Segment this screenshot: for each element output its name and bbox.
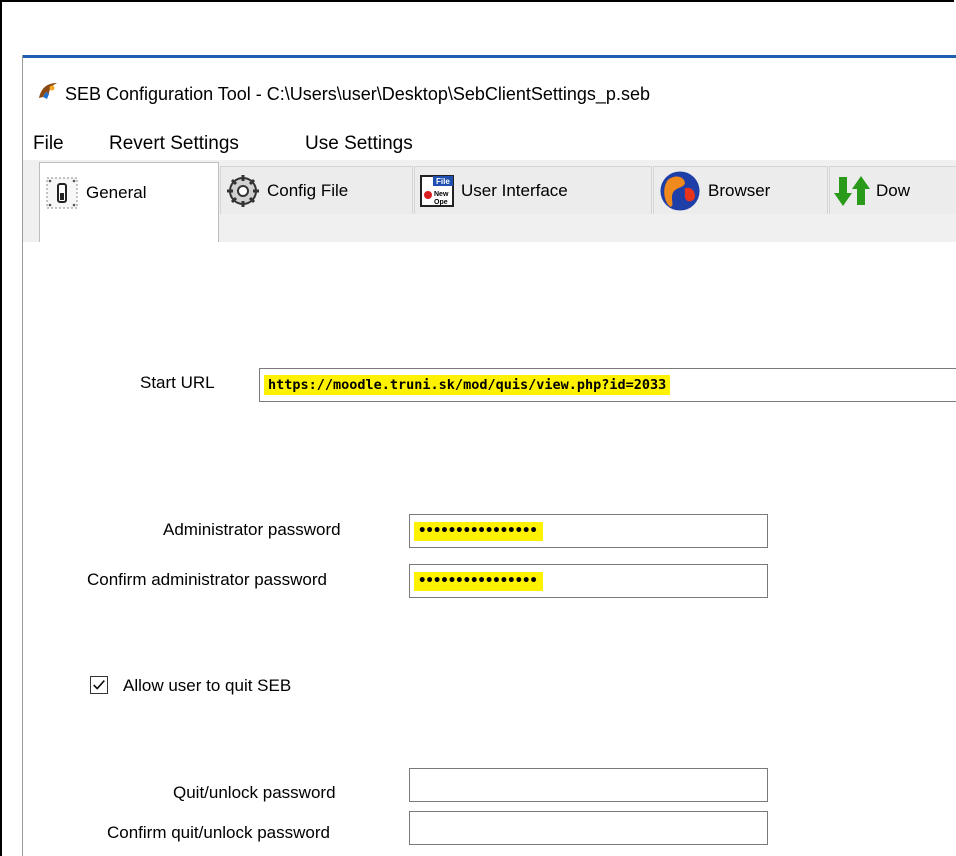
svg-text:File: File [436,177,450,186]
start-url-field[interactable]: https://moodle.truni.sk/mod/quis/view.ph… [259,368,956,402]
up-down-arrows-icon [834,175,870,206]
general-settings-panel: Start URL https://moodle.truni.sk/mod/qu… [23,242,956,856]
menu-bar: File Revert Settings Use Settings [23,122,956,160]
allow-quit-label[interactable]: Allow user to quit SEB [123,676,291,696]
tab-general[interactable]: General [39,162,219,242]
tab-config-file[interactable]: Config File [220,166,413,214]
menu-file[interactable]: File [33,133,64,155]
switch-icon [46,177,78,209]
start-url-value: https://moodle.truni.sk/mod/quis/view.ph… [264,375,671,395]
menu-revert-settings[interactable]: Revert Settings [109,133,239,155]
start-url-label: Start URL [140,373,215,392]
window-title: SEB Configuration Tool - C:\Users\user\D… [65,84,650,104]
quit-password-label: Quit/unlock password [173,783,336,802]
checkmark-icon [93,680,105,690]
browser-globe-icon [660,170,700,211]
confirm-admin-password-field[interactable]: •••••••••••••••• [409,564,768,598]
tab-download[interactable]: Dow [829,166,956,214]
gear-icon [227,174,259,207]
tab-general-label: General [86,183,147,202]
quit-password-field[interactable] [409,768,768,802]
seb-config-window: SEB Configuration Tool - C:\Users\user\D… [22,55,956,856]
svg-text:Ope: Ope [434,199,448,206]
tab-browser-label: Browser [708,180,771,200]
seb-app-icon [39,83,57,99]
tab-strip: General Config File File New Ope User In… [23,160,956,243]
tab-user-interface-label: User Interface [461,180,568,200]
admin-password-value: •••••••••••••••• [414,521,543,541]
admin-password-label: Administrator password [163,520,341,539]
admin-password-field[interactable]: •••••••••••••••• [409,514,768,548]
menu-use-settings[interactable]: Use Settings [305,133,413,155]
svg-text:New: New [434,191,449,198]
tab-config-file-label: Config File [267,180,349,200]
tab-browser[interactable]: Browser [653,166,828,214]
title-bar: SEB Configuration Tool - C:\Users\user\D… [23,58,956,122]
tab-user-interface[interactable]: File New Ope User Interface [414,166,652,214]
window-icon: File New Ope [420,174,454,207]
allow-quit-checkbox[interactable] [90,676,108,694]
confirm-quit-password-label: Confirm quit/unlock password [107,823,330,842]
tab-download-label: Dow [876,180,911,200]
confirm-admin-password-value: •••••••••••••••• [414,571,543,591]
confirm-admin-password-label: Confirm administrator password [87,570,327,589]
confirm-quit-password-field[interactable] [409,811,768,845]
